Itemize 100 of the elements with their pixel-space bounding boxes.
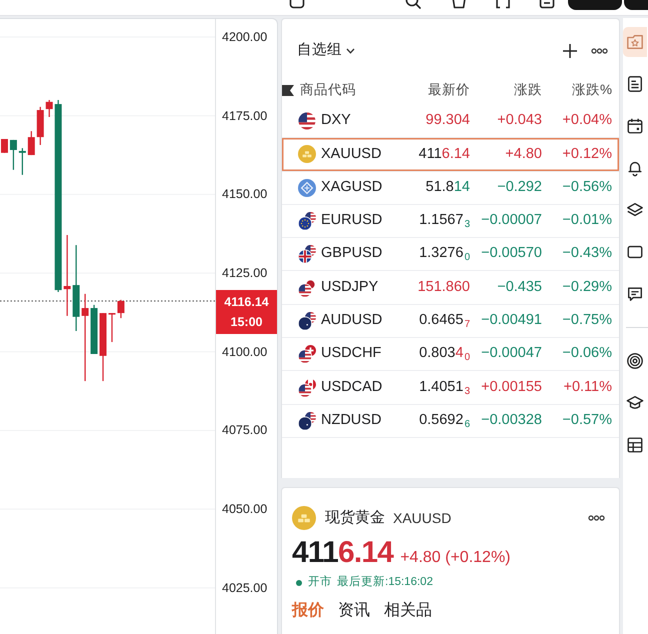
change-percent-text: +0.11%	[562, 378, 612, 397]
bag-icon[interactable]	[451, 0, 467, 9]
watchlist-row[interactable]: AUDUSD 0.6465$_{7}$ −0.00491 −0.75%	[282, 304, 619, 338]
price-text: 1.1567$_{3}$	[418, 211, 470, 232]
change-text: +0.00155	[480, 378, 542, 397]
candle	[46, 100, 53, 117]
watchlist-row[interactable]: USDCAD 1.4051$_{3}$ +0.00155 +0.11%	[282, 371, 619, 405]
tab[interactable]: 相关品	[384, 600, 432, 622]
column-header[interactable]: 最新价	[398, 80, 470, 100]
watchlist-row[interactable]: USDCHF 0.8034$_{0}$ −0.00047 −0.06%	[282, 338, 619, 372]
table-icon	[626, 436, 644, 454]
candle	[36, 106, 44, 145]
price-axis-label: 4075.00	[222, 422, 268, 438]
bracket-icon[interactable]	[495, 0, 511, 9]
symbol-text: AUDUSD	[321, 311, 382, 330]
tab[interactable]: 资讯	[338, 600, 370, 622]
symbol-text: GBPUSD	[321, 244, 382, 264]
more-icon[interactable]	[588, 515, 605, 521]
price-text: 4116.14	[418, 144, 470, 164]
bookmark-icon	[282, 84, 294, 96]
change-percent-text: −0.01%	[561, 211, 612, 230]
rectangle-icon	[626, 243, 644, 261]
price-text: 1.4051$_{3}$	[418, 378, 470, 398]
tray-icon[interactable]	[539, 0, 555, 9]
symbol-text: DXY	[321, 111, 351, 130]
last-price: 4116.14	[292, 535, 394, 571]
change-text: +4.80	[504, 144, 542, 164]
flag-pair-icon	[298, 345, 316, 364]
price-text: 1.3276$_{0}$	[418, 244, 470, 266]
ingot-coin-icon	[298, 145, 316, 164]
change-percent-text: +0.04%	[561, 111, 612, 130]
graduation-cap-icon	[626, 394, 644, 412]
watchlist-row[interactable]: XAUUSD 4116.14 +4.80 +0.12%	[282, 138, 619, 172]
flag-pair-icon	[298, 412, 316, 430]
candle	[117, 300, 124, 318]
candle	[28, 131, 35, 156]
symbol-text: USDCAD	[321, 378, 382, 397]
column-header[interactable]: 涨跌%	[542, 80, 612, 100]
flag-pair-icon	[298, 278, 316, 297]
change-text: −0.435	[496, 278, 542, 297]
price-text: 0.8034$_{0}$	[418, 344, 470, 366]
price-text: 0.6465$_{7}$	[418, 311, 470, 332]
change-text: −0.00047	[480, 344, 542, 364]
target-icon	[626, 352, 644, 370]
candle	[18, 148, 26, 175]
chevron-down-icon[interactable]	[346, 48, 355, 54]
price-axis-label: 4050.00	[222, 501, 268, 518]
candle	[0, 139, 8, 153]
plus-icon[interactable]	[562, 43, 578, 59]
watchlist-row[interactable]: GBPUSD 1.3276$_{0}$ −0.00570 −0.43%	[282, 238, 619, 272]
flag-pair-icon	[298, 312, 316, 330]
change-percent-text: −0.75%	[561, 311, 612, 330]
change-text: −0.00007	[480, 211, 542, 230]
calendar-icon	[626, 117, 644, 135]
watchlist-row[interactable]: USDJPY 151.860 −0.435 −0.29%	[282, 271, 619, 305]
document-icon	[626, 75, 644, 93]
price-text: 0.5692$_{6}$	[418, 410, 470, 432]
watchlist-row[interactable]: DXY 99.304 +0.043 +0.04%	[282, 105, 619, 138]
price-text: 51.814	[424, 178, 470, 197]
symbol-text: NZDUSD	[321, 410, 382, 430]
change-percent-text: +0.12%	[561, 144, 612, 164]
flag-icon	[298, 112, 316, 130]
search-icon[interactable]	[405, 0, 421, 9]
layers-icon	[626, 201, 644, 219]
price-text: 151.860	[416, 278, 470, 297]
more-icon[interactable]	[591, 48, 608, 54]
chat-icon	[626, 285, 644, 303]
change-text: −0.292	[496, 178, 542, 197]
flag-pair-icon	[298, 378, 316, 397]
watchlist-title[interactable]: 自选组	[297, 40, 342, 62]
watchlist-row[interactable]: NZDUSD 0.5692$_{6}$ −0.00328 −0.57%	[282, 404, 619, 438]
change-percent-text: −0.06%	[561, 344, 612, 364]
toolbar-button[interactable]	[624, 0, 648, 10]
change-percent-text: −0.56%	[561, 178, 612, 197]
price-axis-label: 4125.00	[222, 265, 268, 282]
flag-pair-icon	[298, 245, 316, 264]
column-header[interactable]: 涨跌	[470, 80, 542, 100]
last-price-text: 4116.14	[224, 294, 269, 310]
change-percent-text: −0.57%	[561, 410, 612, 430]
symbol-text: EURUSD	[321, 211, 382, 230]
candle	[10, 140, 17, 170]
price-axis-label: 4200.00	[222, 29, 268, 45]
change-percent-text: −0.43%	[561, 244, 612, 264]
watchlist-row[interactable]: EURUSD 1.1567$_{3}$ −0.00007 −0.01%	[282, 204, 619, 238]
change-percent-text: −0.29%	[561, 278, 612, 297]
symbol-text: XAUUSD	[321, 144, 382, 164]
price-text: 99.304	[424, 111, 470, 130]
symbol-text: XAUUSD	[393, 508, 452, 528]
flag-pair-icon	[298, 212, 316, 230]
price-axis-label: 4100.00	[222, 344, 268, 360]
ingot-coin-icon	[292, 506, 316, 530]
toolbar-button[interactable]	[568, 0, 622, 10]
price-axis-label: 4025.00	[222, 580, 268, 596]
column-header[interactable]: 商品代码	[298, 80, 398, 100]
change-text: +0.043	[496, 111, 542, 130]
bell-icon	[626, 159, 644, 177]
watchlist-row[interactable]: XAGUSD 51.814 −0.292 −0.56%	[282, 172, 619, 205]
diamond-coin-icon	[298, 178, 316, 197]
countdown-text: 15:00	[230, 314, 262, 330]
instrument-name: 现货黄金	[325, 508, 385, 528]
